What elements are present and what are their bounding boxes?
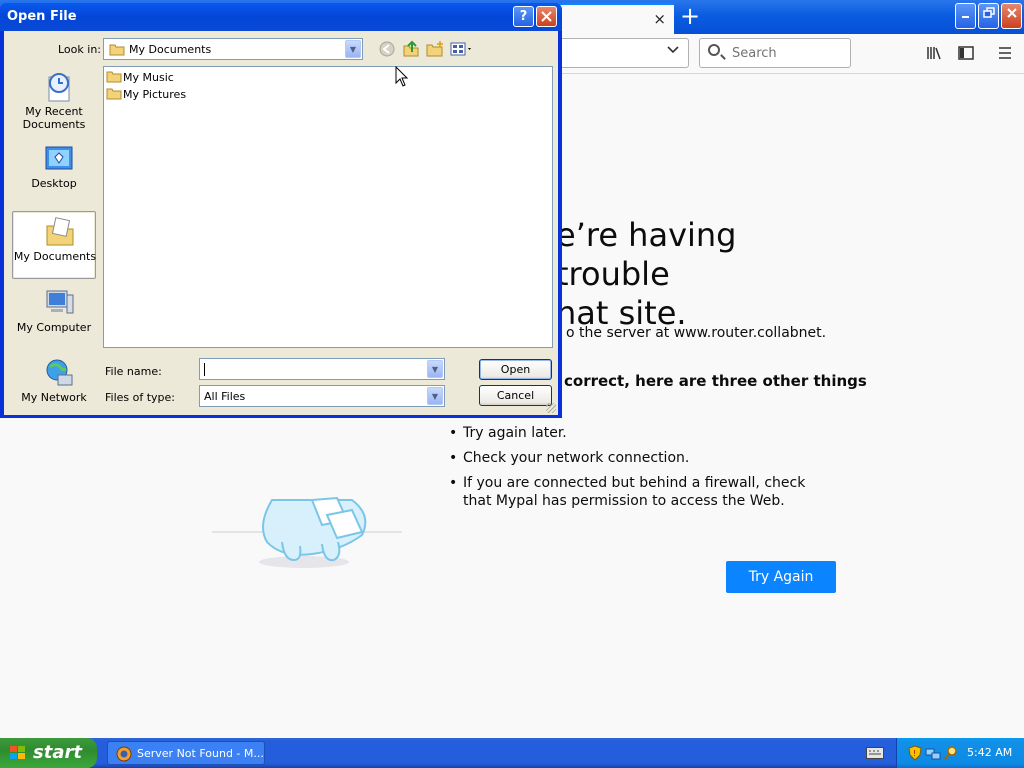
file-name: My Music bbox=[123, 71, 174, 84]
dialog-body: Look in: My Documents ▼ My Recent Docume… bbox=[4, 31, 558, 415]
place-my-recent-documents[interactable]: My Recent Documents bbox=[12, 67, 96, 135]
place-label: My Documents bbox=[13, 250, 97, 263]
my-network-icon bbox=[46, 359, 73, 386]
close-icon bbox=[541, 11, 552, 22]
start-label: start bbox=[33, 742, 82, 763]
places-bar: My Recent Documents Desktop My Documents… bbox=[8, 67, 96, 411]
restore-icon bbox=[982, 7, 995, 18]
suggestion-item: Try again later. bbox=[449, 424, 829, 442]
help-icon: ? bbox=[519, 9, 528, 24]
place-label: My Recent Documents bbox=[22, 105, 86, 131]
new-folder-icon[interactable] bbox=[426, 40, 444, 58]
folder-icon bbox=[106, 71, 122, 83]
place-label: My Computer bbox=[16, 321, 92, 334]
file-name-label: File name: bbox=[105, 365, 162, 378]
text-caret bbox=[204, 363, 205, 376]
search-tray-icon[interactable] bbox=[943, 745, 959, 761]
place-my-documents[interactable]: My Documents bbox=[12, 211, 96, 279]
error-subheading: correct, here are three other things bbox=[564, 372, 867, 390]
new-tab-button[interactable]: + bbox=[680, 2, 700, 30]
url-bar[interactable] bbox=[548, 38, 689, 68]
system-tray: ! 5:42 AM bbox=[896, 738, 1024, 768]
error-illustration bbox=[212, 496, 402, 568]
cancel-button[interactable]: Cancel bbox=[479, 385, 552, 406]
place-my-computer[interactable]: My Computer bbox=[12, 283, 96, 351]
mouse-cursor-icon bbox=[395, 66, 409, 87]
chevron-down-icon[interactable] bbox=[666, 42, 680, 56]
place-my-network[interactable]: My Network bbox=[12, 353, 96, 421]
browser-app-icon bbox=[116, 746, 132, 762]
search-bar[interactable]: Search bbox=[699, 38, 851, 68]
tab-close-button[interactable]: × bbox=[653, 10, 666, 28]
suggestion-item: Check your network connection. bbox=[449, 449, 829, 467]
files-of-type-dropdown[interactable]: All Files ▼ bbox=[199, 385, 445, 407]
error-title: e’re having trouble hat site. bbox=[556, 216, 737, 332]
menu-icon[interactable] bbox=[997, 45, 1013, 61]
close-icon bbox=[1006, 8, 1017, 18]
sidebar-icon[interactable] bbox=[958, 45, 974, 61]
place-label: My Network bbox=[21, 391, 87, 404]
files-of-type-value: All Files bbox=[204, 390, 246, 403]
dialog-close-button[interactable] bbox=[536, 6, 557, 27]
desktop-icon bbox=[45, 146, 73, 170]
file-name: My Pictures bbox=[123, 88, 187, 101]
search-placeholder: Search bbox=[732, 46, 777, 61]
look-in-label: Look in: bbox=[58, 43, 101, 56]
minimize-button[interactable] bbox=[955, 3, 976, 29]
back-icon[interactable] bbox=[378, 40, 396, 58]
browser-tab[interactable]: × bbox=[556, 3, 674, 34]
taskbar: start Server Not Found - M... ! 5:42 AM bbox=[0, 738, 1024, 768]
resize-grip[interactable] bbox=[546, 403, 556, 413]
taskbar-item-label: Server Not Found - M... bbox=[137, 747, 264, 760]
chevron-down-icon[interactable]: ▼ bbox=[427, 387, 443, 405]
file-list[interactable]: My Music My Pictures bbox=[103, 66, 553, 348]
dialog-title: Open File bbox=[7, 9, 77, 24]
my-documents-icon bbox=[46, 217, 74, 246]
restore-button[interactable] bbox=[978, 3, 999, 29]
chevron-down-icon[interactable]: ▼ bbox=[345, 40, 361, 58]
search-icon bbox=[708, 44, 720, 56]
keyboard-icon[interactable] bbox=[866, 747, 884, 759]
library-icon[interactable] bbox=[926, 45, 942, 61]
open-button[interactable]: Open bbox=[479, 359, 552, 380]
clock: 5:42 AM bbox=[967, 746, 1013, 759]
look-in-value: My Documents bbox=[129, 43, 212, 56]
network-icon[interactable] bbox=[925, 745, 941, 761]
place-desktop[interactable]: Desktop bbox=[12, 139, 96, 207]
open-file-dialog: Open File ? Look in: My Documents ▼ My R… bbox=[0, 3, 562, 418]
views-menu-icon[interactable] bbox=[450, 40, 474, 58]
recent-documents-icon bbox=[48, 73, 70, 102]
up-folder-icon[interactable] bbox=[402, 40, 420, 58]
error-description: o the server at www.router.collabnet. bbox=[566, 325, 827, 341]
minimize-icon bbox=[961, 16, 969, 18]
windows-flag-icon bbox=[10, 746, 25, 759]
svg-text:!: ! bbox=[913, 749, 916, 758]
help-button[interactable]: ? bbox=[513, 6, 534, 27]
place-label: Desktop bbox=[31, 177, 77, 190]
file-name-input[interactable]: ▼ bbox=[199, 358, 445, 380]
security-shield-icon[interactable]: ! bbox=[907, 745, 923, 761]
suggestion-list: Try again later. Check your network conn… bbox=[449, 424, 829, 517]
chevron-down-icon[interactable]: ▼ bbox=[427, 360, 443, 378]
start-button[interactable]: start bbox=[0, 738, 97, 768]
window-close-button[interactable] bbox=[1001, 3, 1022, 29]
dialog-titlebar[interactable]: Open File ? bbox=[0, 3, 562, 31]
folder-icon bbox=[109, 44, 125, 56]
my-computer-icon bbox=[46, 290, 74, 314]
files-of-type-label: Files of type: bbox=[105, 391, 176, 404]
folder-icon bbox=[106, 88, 122, 100]
suggestion-item: If you are connected but behind a firewa… bbox=[449, 474, 829, 510]
look-in-dropdown[interactable]: My Documents ▼ bbox=[103, 38, 363, 60]
try-again-button[interactable]: Try Again bbox=[726, 561, 836, 593]
taskbar-item-browser[interactable]: Server Not Found - M... bbox=[107, 741, 265, 765]
